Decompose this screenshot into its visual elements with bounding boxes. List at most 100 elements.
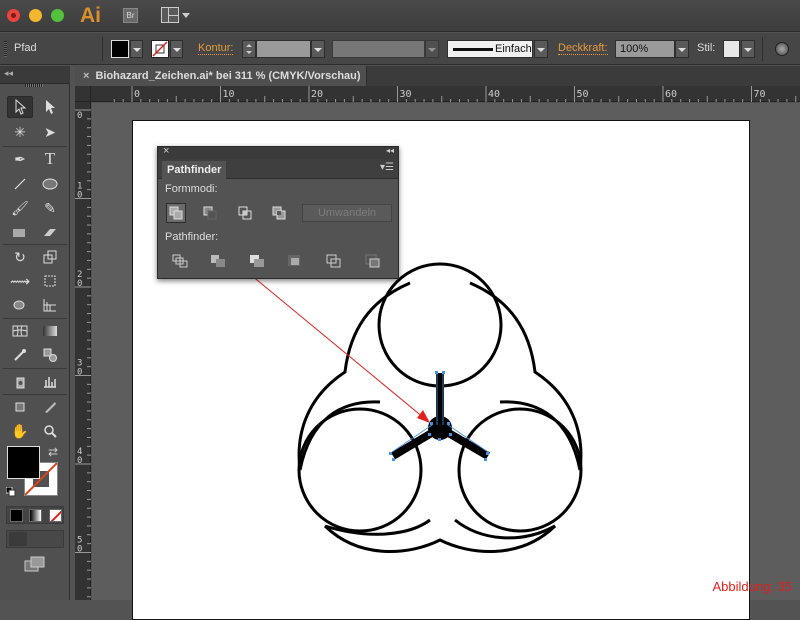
stroke-weight-dropdown[interactable] (311, 40, 325, 58)
column-graph-tool-icon[interactable] (37, 370, 63, 392)
recolor-artwork-icon[interactable] (775, 42, 789, 56)
default-fill-stroke-icon[interactable] (5, 486, 16, 497)
selection-tool-icon[interactable] (7, 96, 33, 118)
title-bar: Ai Br (0, 0, 800, 32)
close-tab-icon[interactable]: × (83, 70, 89, 82)
ruler-label: 0 (77, 111, 82, 121)
draw-inside-icon[interactable] (47, 532, 63, 546)
divider (3, 146, 67, 147)
collapse-icon[interactable]: ◂◂ (4, 68, 13, 79)
symbol-sprayer-tool-icon[interactable] (7, 370, 33, 392)
horizontal-ruler[interactable]: 0 10 20 30 40 50 60 70 (75, 86, 800, 102)
outline-button[interactable] (324, 251, 344, 271)
brush-dropdown[interactable] (534, 40, 548, 58)
minus-back-button[interactable] (363, 251, 383, 271)
lasso-tool-icon[interactable]: ➤ (37, 121, 63, 143)
close-window-button[interactable] (7, 9, 20, 22)
collapse-panel-icon[interactable]: ◂◂ (386, 146, 394, 155)
zoom-window-button[interactable] (51, 9, 64, 22)
bridge-button[interactable]: Br (123, 8, 138, 23)
stroke-swatch[interactable] (151, 40, 169, 58)
width-tool-icon[interactable]: ⟿ (7, 270, 33, 292)
drawing-mode-group (6, 530, 64, 548)
rotate-tool-icon[interactable]: ↻ (7, 246, 33, 268)
mesh-tool-icon[interactable] (7, 320, 33, 342)
merge-button[interactable] (247, 251, 267, 271)
document-tab[interactable]: × Biohazard_Zeichen.ai* bei 311 % (CMYK/V… (75, 66, 367, 86)
ruler-label: 60 (665, 89, 677, 100)
style-swatch[interactable] (723, 40, 740, 58)
panel-title-bar[interactable]: × ◂◂ (158, 145, 398, 159)
close-panel-icon[interactable]: × (163, 145, 169, 157)
scale-tool-icon[interactable] (37, 246, 63, 268)
artboard-tool-icon[interactable] (7, 396, 33, 418)
shape-builder-tool-icon[interactable] (7, 294, 33, 316)
blob-brush-tool-icon[interactable] (7, 221, 33, 243)
line-tool-icon[interactable] (7, 173, 33, 195)
ruler-label: 30 (400, 89, 412, 100)
style-dropdown[interactable] (741, 40, 755, 58)
chevron-down-icon[interactable] (182, 13, 190, 18)
panel-grip[interactable] (4, 41, 7, 57)
fill-color-box[interactable] (7, 446, 40, 479)
zoom-tool-icon[interactable] (37, 420, 63, 442)
vertical-ruler[interactable]: 01020304050 (75, 102, 91, 600)
eyedropper-tool-icon[interactable] (7, 344, 33, 366)
divider (102, 37, 103, 61)
magic-wand-tool-icon[interactable]: ✳ (7, 121, 33, 143)
panel-menu-icon[interactable]: ▾☰ (380, 162, 394, 173)
ruler-origin[interactable] (75, 86, 91, 102)
color-button[interactable] (10, 509, 23, 522)
exclude-button[interactable] (269, 203, 289, 223)
crop-button[interactable] (285, 251, 305, 271)
fill-swatch[interactable] (111, 40, 129, 58)
none-button[interactable] (49, 509, 62, 522)
stroke-dropdown[interactable] (170, 40, 183, 58)
tab-pathfinder[interactable]: Pathfinder (162, 161, 226, 179)
pencil-tool-icon[interactable]: ✎ (37, 197, 63, 219)
opacity-dropdown[interactable] (675, 40, 689, 58)
gradient-button[interactable] (29, 509, 42, 522)
free-transform-tool-icon[interactable] (37, 270, 63, 292)
ruler-label: 10 (223, 89, 235, 100)
hand-tool-icon[interactable]: ✋ (7, 420, 33, 442)
stroke-weight-field[interactable] (256, 40, 311, 58)
minus-front-button[interactable] (200, 203, 220, 223)
paintbrush-tool-icon[interactable]: 🖌 (7, 197, 33, 219)
blend-tool-icon[interactable] (37, 344, 63, 366)
pen-tool-icon[interactable]: ✒ (7, 148, 33, 170)
unite-button[interactable] (166, 203, 186, 223)
formmodi-label: Formmodi: (165, 183, 218, 195)
direct-selection-tool-icon[interactable] (37, 96, 63, 118)
opacity-label[interactable]: Deckkraft: (558, 42, 608, 55)
screen-mode-icon[interactable] (24, 556, 46, 572)
swap-fill-stroke-icon[interactable]: ⇄ (48, 445, 58, 459)
divider (3, 394, 67, 395)
intersect-button[interactable] (235, 203, 255, 223)
eraser-tool-icon[interactable] (37, 221, 63, 243)
opacity-field[interactable]: 100% (615, 40, 675, 58)
draw-behind-icon[interactable] (28, 532, 46, 546)
kontur-label[interactable]: Kontur: (198, 42, 234, 55)
style-label: Stil: (697, 42, 716, 54)
variable-width-profile[interactable] (332, 40, 425, 58)
gradient-tool-icon[interactable] (37, 320, 63, 342)
divide-button[interactable] (170, 251, 190, 271)
brush-definition[interactable]: Einfach (447, 40, 533, 58)
arrange-documents-icon[interactable] (161, 7, 179, 23)
ruler-label: 50 (577, 89, 589, 100)
convert-button[interactable]: Umwandeln (302, 204, 392, 222)
variable-width-dropdown[interactable] (425, 40, 439, 58)
trim-button[interactable] (208, 251, 228, 271)
type-tool-icon[interactable]: T (37, 148, 63, 170)
stroke-weight-stepper[interactable] (242, 40, 256, 58)
color-mode-group (6, 506, 64, 524)
minimize-window-button[interactable] (29, 9, 42, 22)
ellipse-tool-icon[interactable] (37, 173, 63, 195)
slice-tool-icon[interactable] (37, 396, 63, 418)
none-stroke-icon (152, 41, 168, 57)
perspective-grid-tool-icon[interactable] (37, 294, 63, 316)
fill-dropdown[interactable] (130, 40, 143, 58)
draw-normal-icon[interactable] (9, 532, 27, 546)
panel-grip[interactable] (25, 84, 43, 87)
